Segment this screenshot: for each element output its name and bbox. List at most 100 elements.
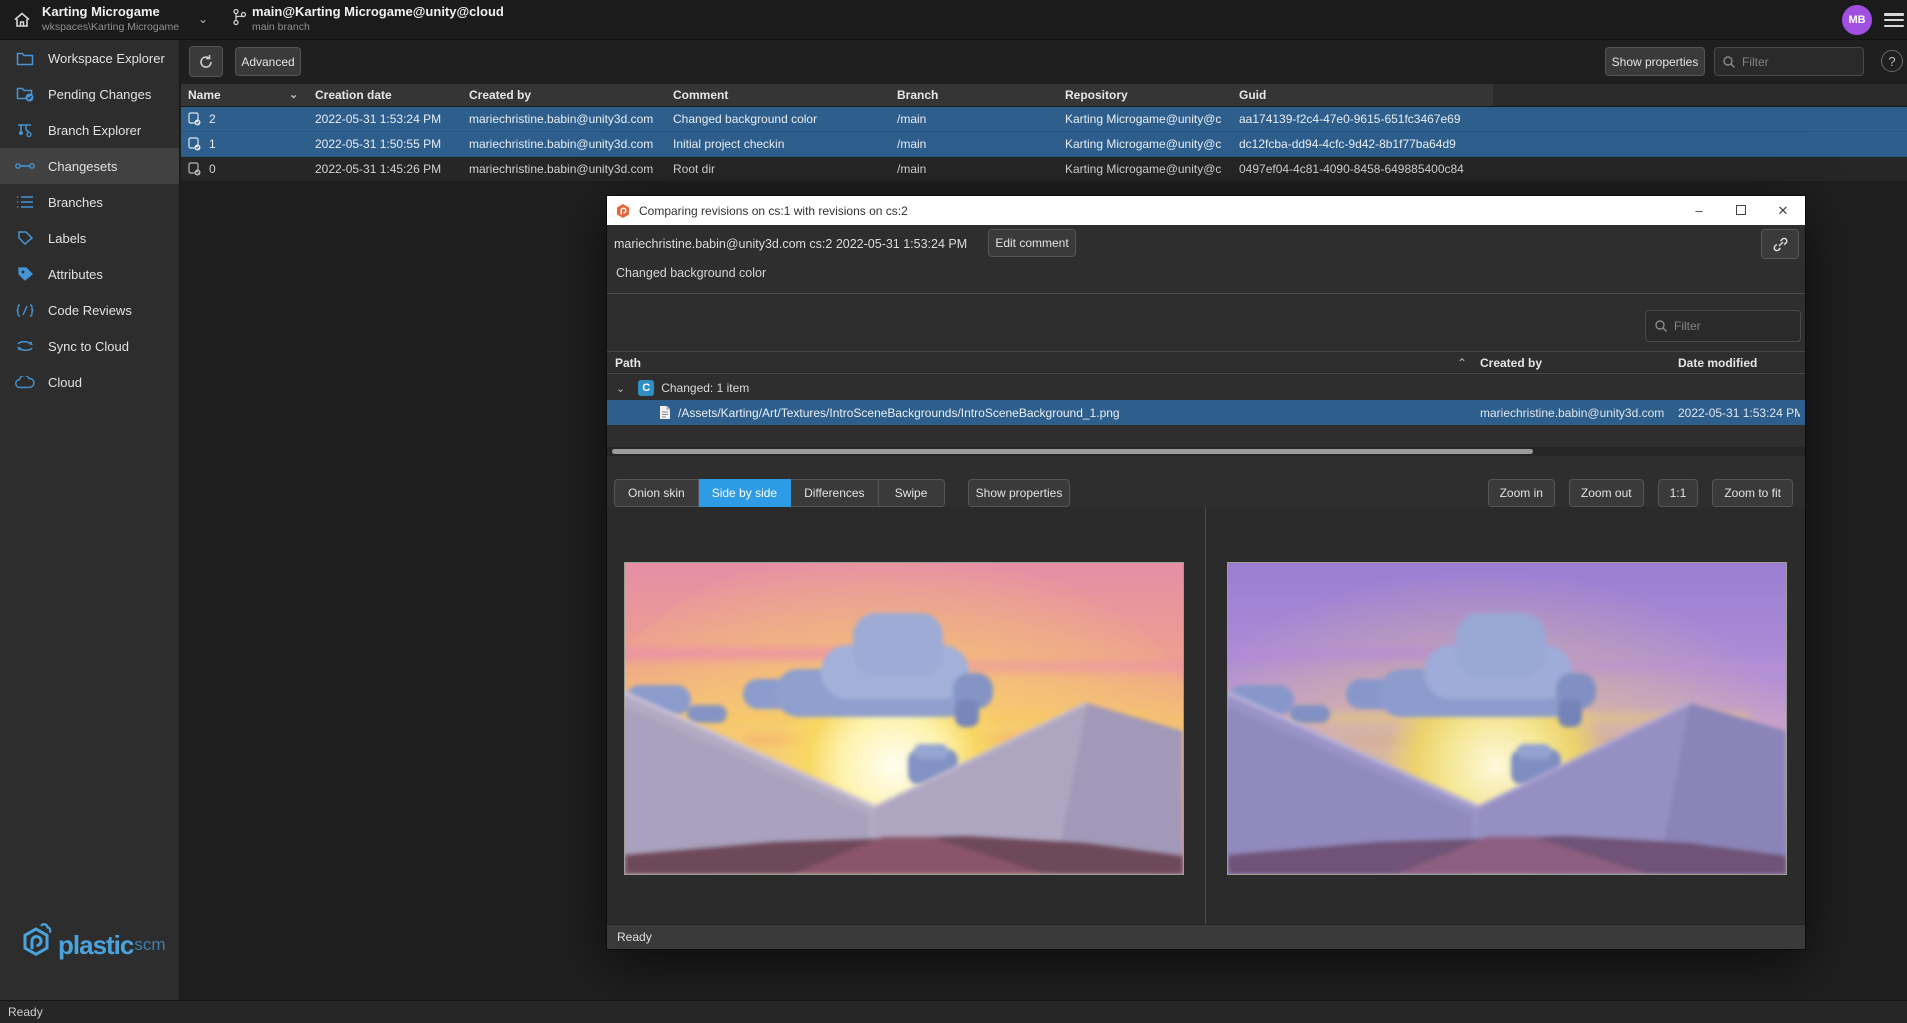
cloud-icon (14, 373, 36, 391)
changeset-icon (188, 162, 201, 176)
folder-check-icon (14, 85, 36, 103)
column-header-guid[interactable]: Guid (1232, 84, 1493, 106)
logo-text: plastic (58, 930, 133, 961)
zoom-out-button[interactable]: Zoom out (1569, 479, 1644, 507)
folder-icon (14, 49, 36, 67)
changeset-icon (188, 112, 201, 126)
sidebar-item-label: Sync to Cloud (48, 339, 129, 354)
changesets-table: Name ⌄ Creation date Created by Comment … (181, 84, 1907, 182)
file-path: /Assets/Karting/Art/Textures/IntroSceneB… (678, 406, 1120, 420)
changeset-icon (188, 137, 201, 151)
tag-filled-icon (14, 265, 36, 283)
filter-box (1714, 47, 1864, 76)
column-header-date-modified[interactable]: Date modified (1678, 356, 1757, 370)
dialog-title: Comparing revisions on cs:1 with revisio… (639, 204, 908, 218)
column-header-creation-date[interactable]: Creation date (308, 84, 462, 106)
tag-icon (14, 229, 36, 247)
status-bar: Ready (0, 1000, 1907, 1023)
column-header-path[interactable]: Path (615, 356, 641, 370)
table-row[interactable]: 2 2022-05-31 1:53:24 PM mariechristine.b… (181, 107, 1907, 132)
sidebar-item-branch-explorer[interactable]: Branch Explorer (0, 112, 179, 148)
zoom-in-button[interactable]: Zoom in (1488, 479, 1555, 507)
sidebar-item-pending-changes[interactable]: Pending Changes (0, 76, 179, 112)
changed-badge: C (638, 380, 654, 396)
tab-differences[interactable]: Differences (791, 479, 878, 507)
sidebar-item-sync-to-cloud[interactable]: Sync to Cloud (0, 328, 179, 364)
advanced-button[interactable]: Advanced (235, 47, 301, 76)
search-icon (1654, 319, 1668, 333)
panel-divider[interactable] (1205, 507, 1206, 924)
chevron-down-icon[interactable]: ⌄ (616, 382, 625, 395)
sidebar-item-labels[interactable]: Labels (0, 220, 179, 256)
comparison-area (607, 507, 1805, 924)
branch-selector[interactable]: main@Karting Microgame@unity@cloud main … (252, 4, 504, 33)
dialog-filter-input[interactable] (1674, 319, 1792, 333)
workspace-selector[interactable]: Karting Microgame wkspaces\Karting Micro… (42, 4, 179, 33)
file-row[interactable]: /Assets/Karting/Art/Textures/IntroSceneB… (607, 400, 1805, 425)
sidebar-item-changesets[interactable]: Changesets (0, 148, 179, 184)
sidebar-item-label: Code Reviews (48, 303, 132, 318)
plastic-app-icon (615, 203, 631, 219)
sidebar-item-branches[interactable]: Branches (0, 184, 179, 220)
branch-sublabel: main branch (252, 21, 504, 33)
file-icon (659, 405, 671, 420)
table-header: Name ⌄ Creation date Created by Comment … (181, 84, 1907, 107)
branch-label: main@Karting Microgame@unity@cloud (252, 4, 504, 19)
sidebar-item-workspace-explorer[interactable]: Workspace Explorer (0, 40, 179, 76)
sidebar-item-code-reviews[interactable]: Code Reviews (0, 292, 179, 328)
list-icon (14, 193, 36, 211)
dialog-filter-box (1645, 310, 1801, 342)
sidebar-item-cloud[interactable]: Cloud (0, 364, 179, 400)
minimize-button[interactable]: – (1691, 203, 1707, 218)
column-header-created-by[interactable]: Created by (1480, 356, 1542, 370)
help-button[interactable]: ? (1881, 50, 1903, 72)
sort-chevron-icon[interactable]: ⌄ (289, 88, 298, 101)
plasticscm-logo: plasticscm (16, 922, 166, 968)
sidebar-item-label: Attributes (48, 267, 103, 282)
sidebar-item-label: Workspace Explorer (48, 51, 165, 66)
zoom-to-fit-button[interactable]: Zoom to fit (1712, 479, 1793, 507)
filter-input[interactable] (1742, 55, 1856, 69)
column-header-comment[interactable]: Comment (666, 84, 890, 106)
home-button[interactable] (8, 7, 36, 33)
refresh-button[interactable] (189, 46, 223, 77)
sidebar-item-label: Branches (48, 195, 103, 210)
top-header: Karting Microgame wkspaces\Karting Micro… (0, 0, 1907, 40)
search-icon (1722, 55, 1736, 69)
sidebar-item-attributes[interactable]: Attributes (0, 256, 179, 292)
link-button[interactable] (1761, 229, 1799, 259)
collapse-chevron-icon[interactable]: ⌃ (1457, 356, 1467, 370)
divider (607, 293, 1805, 294)
menu-icon[interactable] (1884, 11, 1904, 29)
column-header-created-by[interactable]: Created by (462, 84, 666, 106)
tab-swipe[interactable]: Swipe (879, 479, 945, 507)
comparison-image-right[interactable] (1227, 562, 1787, 875)
show-properties-button[interactable]: Show properties (1605, 47, 1705, 76)
workspace-name: Karting Microgame (42, 4, 179, 19)
tab-onion-skin[interactable]: Onion skin (614, 479, 699, 507)
tab-side-by-side[interactable]: Side by side (699, 479, 791, 507)
one-to-one-button[interactable]: 1:1 (1658, 479, 1699, 507)
edit-comment-button[interactable]: Edit comment (988, 229, 1076, 257)
column-header-repository[interactable]: Repository (1058, 84, 1232, 106)
changed-group-row[interactable]: ⌄ C Changed: 1 item (607, 376, 1805, 400)
column-header-branch[interactable]: Branch (890, 84, 1058, 106)
table-row[interactable]: 1 2022-05-31 1:50:55 PM mariechristine.b… (181, 132, 1907, 157)
status-text: Ready (8, 1005, 43, 1019)
dialog-show-properties-button[interactable]: Show properties (968, 479, 1070, 507)
sidebar: Workspace Explorer Pending Changes Branc… (0, 40, 180, 1000)
comparison-image-left[interactable] (624, 562, 1184, 875)
close-button[interactable]: ✕ (1775, 203, 1791, 219)
link-icon (1772, 236, 1789, 253)
scrollbar-thumb[interactable] (612, 449, 1533, 454)
revision-meta: mariechristine.babin@unity3d.com cs:2 20… (614, 237, 967, 251)
maximize-button[interactable] (1733, 203, 1749, 218)
avatar[interactable]: MB (1842, 5, 1872, 35)
logo-suffix: scm (134, 935, 165, 955)
changesets-icon (14, 157, 36, 175)
sidebar-item-label: Branch Explorer (48, 123, 141, 138)
sidebar-item-label: Cloud (48, 375, 82, 390)
chevron-down-icon[interactable]: ⌄ (198, 12, 208, 26)
table-row[interactable]: 0 2022-05-31 1:45:26 PM mariechristine.b… (181, 157, 1907, 182)
branch-icon (232, 8, 247, 29)
